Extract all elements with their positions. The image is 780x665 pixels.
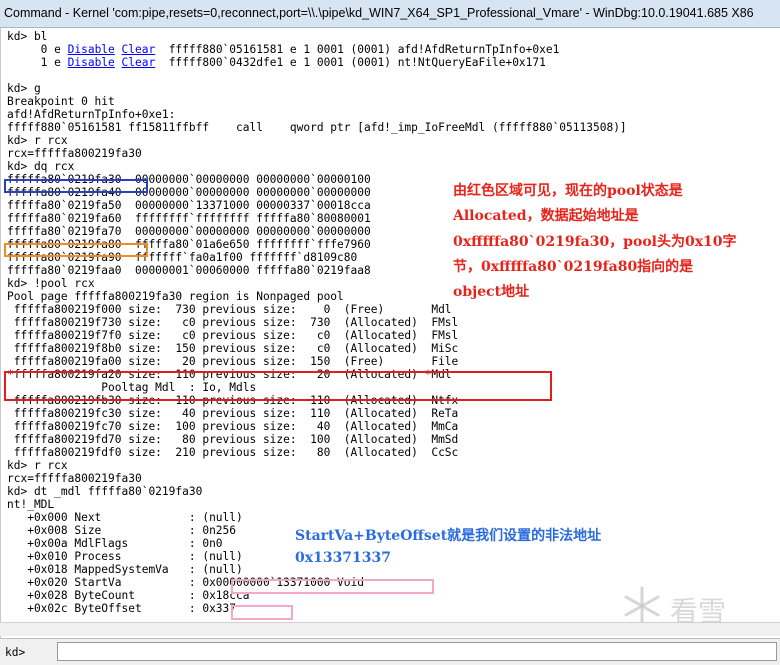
bp-prefix: 0 e — [7, 43, 68, 56]
output-line: fffffa80`0219fa50 00000000`13371000 0000… — [7, 199, 371, 212]
highlight-box-startva — [231, 579, 434, 594]
clear-link[interactable]: Clear — [122, 43, 156, 56]
command-prompt: kd> — [5, 646, 26, 659]
output-line: fffffa800219fc30 size: 40 previous size:… — [7, 407, 459, 420]
annotation-startva-line: 0x13371337 — [295, 550, 392, 566]
bp-prefix: 1 e — [7, 56, 68, 69]
annotation-pool-line: 节，0xfffffa80`0219fa80指向的是 — [453, 259, 694, 275]
output-line: fffffa80`0219fa70 00000000`00000000 0000… — [7, 225, 371, 238]
output-line: +0x00a MdlFlags : 0n0 — [7, 537, 223, 550]
output-line: kd> bl — [7, 30, 48, 43]
output-line: kd> !pool rcx — [7, 277, 95, 290]
output-line: +0x02c ByteOffset : 0x337 — [7, 602, 237, 615]
output-line: fffffa800219fdf0 size: 210 previous size… — [7, 446, 459, 459]
output-line: fffffa800219fa00 size: 20 previous size:… — [7, 355, 459, 368]
clear-link[interactable]: Clear — [122, 56, 156, 69]
output-line: nt!_MDL — [7, 498, 55, 511]
bp-detail: fffff880`05161581 e 1 0001 (0001) afd!Af… — [155, 43, 560, 56]
annotation-startva-line: StartVa+ByteOffset就是我们设置的非法地址 — [295, 528, 602, 544]
output-line: Breakpoint 0 hit — [7, 95, 115, 108]
output-line: fffffa800219fc70 size: 100 previous size… — [7, 420, 459, 433]
command-bar: kd> — [0, 638, 780, 665]
output-line: afd!AfdReturnTpInfo+0xe1: — [7, 108, 176, 121]
title-bar: Command - Kernel 'com:pipe,resets=0,reco… — [0, 0, 780, 28]
output-line: fffffa800219f8b0 size: 150 previous size… — [7, 342, 459, 355]
output-line: +0x010 Process : (null) — [7, 550, 243, 563]
output-line: kd> r rcx — [7, 134, 68, 147]
annotation-pool-line: Allocated，数据起始地址是 — [453, 208, 639, 224]
bp-detail: fffff800`0432dfe1 e 1 0001 (0001) nt!NtQ… — [155, 56, 546, 69]
output-line: +0x000 Next : (null) — [7, 511, 243, 524]
output-line: fffffa80`0219fa60 ffffffff`ffffffff ffff… — [7, 212, 371, 225]
output-line: rcx=fffffa800219fa30 — [7, 147, 142, 160]
output-line: kd> dt _mdl fffffa80`0219fa30 — [7, 485, 203, 498]
output-line: kd> r rcx — [7, 459, 68, 472]
output-line: fffffa800219fd70 size: 80 previous size:… — [7, 433, 459, 446]
output-line: +0x008 Size : 0n256 — [7, 524, 237, 537]
output-line: Pool page fffffa800219fa30 region is Non… — [7, 290, 344, 303]
window-title: Command - Kernel 'com:pipe,resets=0,reco… — [4, 6, 754, 20]
horizontal-scrollbar[interactable] — [0, 622, 780, 636]
highlight-box-orange — [4, 243, 148, 257]
output-line: kd> g — [7, 82, 41, 95]
output-line: fffffa800219f730 size: c0 previous size:… — [7, 316, 459, 329]
highlight-box-red — [4, 371, 552, 401]
output-line: fffff880`05161581 ff15811ffbff call qwor… — [7, 121, 627, 134]
output-line: fffffa800219f7f0 size: c0 previous size:… — [7, 329, 459, 342]
annotation-pool-line: 0xfffffa80`0219fa30，pool头为0x10字 — [453, 234, 737, 250]
output-line: +0x018 MappedSystemVa : (null) — [7, 563, 243, 576]
breakpoint-row: 0 e Disable Clear fffff880`05161581 e 1 … — [7, 43, 560, 56]
disable-link[interactable]: Disable — [68, 56, 115, 69]
output-line: fffffa80`0219faa0 00000001`00060000 ffff… — [7, 264, 371, 277]
highlight-box-blue — [4, 179, 148, 193]
command-input[interactable] — [57, 642, 777, 661]
output-line: +0x028 ByteCount : 0x18cca — [7, 589, 250, 602]
output-line: rcx=fffffa800219fa30 — [7, 472, 142, 485]
output-line: fffffa800219f000 size: 730 previous size… — [7, 303, 452, 316]
annotation-pool-line: 由红色区域可见，现在的pool状态是 — [453, 183, 683, 199]
disable-link[interactable]: Disable — [68, 43, 115, 56]
annotation-pool-line: object地址 — [453, 284, 530, 300]
breakpoint-row: 1 e Disable Clear fffff800`0432dfe1 e 1 … — [7, 56, 546, 69]
highlight-box-byteoffset — [231, 605, 293, 620]
command-output[interactable]: kd> bl 0 e Disable Clear fffff880`051615… — [0, 28, 780, 638]
output-line: kd> dq rcx — [7, 160, 75, 173]
